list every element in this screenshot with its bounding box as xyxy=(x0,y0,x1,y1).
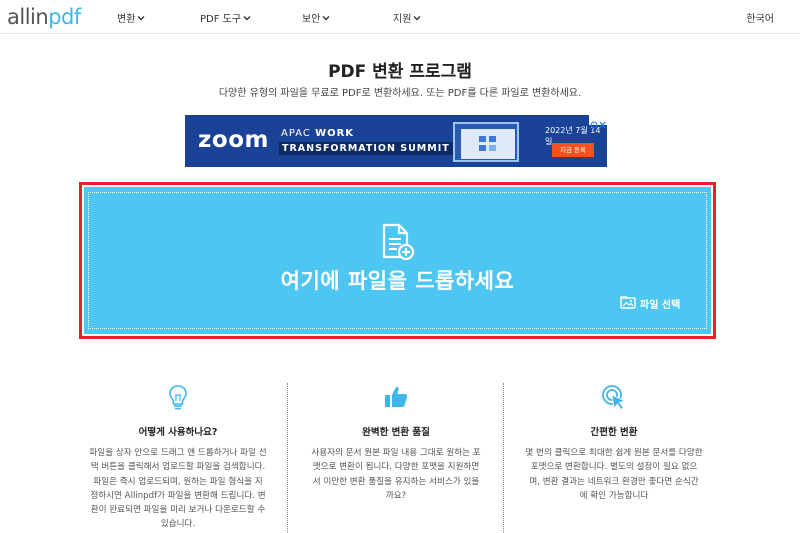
nav-security-menu[interactable]: 보안 xyxy=(302,10,331,25)
ad-line1-b: WORK xyxy=(315,128,355,139)
nav-pdf-tools-label: PDF 도구 xyxy=(200,14,242,25)
dropzone-text: 여기에 파일을 드롭하세요 xyxy=(280,269,515,293)
ad-choices-icon[interactable]: i xyxy=(589,115,607,129)
ad-monitor-illustration xyxy=(453,122,519,162)
top-nav: allinpdf 변환 PDF 도구 보안 지원 한국어 xyxy=(0,0,800,34)
chevron-down-icon xyxy=(136,13,146,23)
logo-text-left: allin xyxy=(7,5,49,29)
feature-description: 몇 번의 클릭으로 최대한 쉽게 원본 문서를 다양한 포맷으로 변환합니다. … xyxy=(506,446,722,503)
ad-brand: zoom xyxy=(198,127,269,153)
ad-register-button[interactable]: 지금 등록 xyxy=(552,143,594,157)
nav-convert-menu[interactable]: 변환 xyxy=(117,10,146,25)
ad-banner[interactable]: zoom APAC WORK TRANSFORMATION SUMMIT 202… xyxy=(185,115,607,167)
thumbs-up-icon xyxy=(382,383,410,411)
file-dropzone[interactable]: 여기에 파일을 드롭하세요 파일 선택 xyxy=(84,187,711,334)
feature-description: 사용자의 문서 원본 파일 내용 그대로 원하는 포 맷으로 변환이 됩니다. … xyxy=(288,446,504,503)
image-folder-icon xyxy=(620,295,636,312)
dropzone-highlight: 여기에 파일을 드롭하세요 파일 선택 xyxy=(79,182,716,339)
logo-text-right: pdf xyxy=(48,5,81,29)
page-title: PDF 변환 프로그램 xyxy=(328,62,472,82)
nav-pdf-tools-menu[interactable]: PDF 도구 xyxy=(200,10,252,25)
feature-line: 정하시면 Allinpdf가 파일을 변환해 드립니다. 변 xyxy=(90,490,266,501)
feature-divider xyxy=(503,383,504,533)
feature-line: 에 확인 가능합니다 xyxy=(579,490,649,501)
chevron-down-icon xyxy=(412,13,422,23)
feature-line: 파일은 즉시 업로드되며, 원하는 파일 형식을 지 xyxy=(93,476,263,487)
feature-line: 환이 완료되면 파일을 미리 보거나 다운로드할 수 xyxy=(90,505,266,516)
ad-line2: TRANSFORMATION SUMMIT xyxy=(279,142,453,155)
nav-convert-label: 변환 xyxy=(117,14,136,25)
feature-easy: 간편한 변환 몇 번의 클릭으로 최대한 쉽게 원본 문서를 다양한 포맷으로 … xyxy=(506,383,722,503)
feature-line: 파일을 상자 안으로 드래그 앤 드롭하거나 파일 선 xyxy=(89,448,267,458)
click-icon xyxy=(600,383,628,411)
select-file-button[interactable]: 파일 선택 xyxy=(620,295,680,312)
feature-line: 포맷으로 변환합니다. 별도의 설정이 필요 없으 xyxy=(530,462,698,473)
feature-line: 사용자의 문서 원본 파일 내용 그대로 원하는 포 xyxy=(311,448,481,458)
feature-line: 있습니다. xyxy=(160,519,196,530)
feature-title: 간편한 변환 xyxy=(590,427,638,438)
feature-line: 맷으로 변환이 됩니다. 다양한 포맷을 지원하면 xyxy=(312,462,480,473)
language-selector[interactable]: 한국어 xyxy=(746,10,774,25)
feature-title: 어떻게 사용하나요? xyxy=(138,427,218,438)
allinpdf-logo[interactable]: allinpdf xyxy=(7,5,81,29)
ad-line1-a: APAC xyxy=(281,128,311,139)
lightbulb-icon xyxy=(164,383,192,411)
feature-description: 파일을 상자 안으로 드래그 앤 드롭하거나 파일 선 택 버튼을 클릭해서 업… xyxy=(70,446,286,532)
select-file-label: 파일 선택 xyxy=(640,300,681,311)
feature-line: 서 이만한 변환 품질을 유지하는 서비스가 있을 xyxy=(312,476,480,487)
feature-line: 까요? xyxy=(385,490,407,501)
feature-line: 몇 번의 클릭으로 최대한 쉽게 원본 문서를 다양한 xyxy=(525,448,703,458)
nav-support-menu[interactable]: 지원 xyxy=(393,10,422,25)
file-add-icon xyxy=(381,223,415,261)
feature-how-to-use: 어떻게 사용하나요? 파일을 상자 안으로 드래그 앤 드롭하거나 파일 선 택… xyxy=(70,383,286,532)
feature-title: 완벽한 변환 품질 xyxy=(362,427,430,438)
nav-security-label: 보안 xyxy=(302,14,321,25)
feature-quality: 완벽한 변환 품질 사용자의 문서 원본 파일 내용 그대로 원하는 포 맷으로… xyxy=(288,383,504,503)
page-subtitle: 다양한 유형의 파일을 무료로 PDF로 변환하세요. 또는 PDF를 다른 파… xyxy=(218,88,582,99)
feature-line: 택 버튼을 클릭해서 업로드할 파일을 검색합니다. xyxy=(90,462,266,473)
feature-line: 며, 변환 결과는 네트워크 환경만 좋다면 순식간 xyxy=(529,476,699,487)
chevron-down-icon xyxy=(242,13,252,23)
chevron-down-icon xyxy=(321,13,331,23)
ad-line1: APAC WORK xyxy=(281,128,354,139)
nav-support-label: 지원 xyxy=(393,14,412,25)
svg-text:i: i xyxy=(593,123,594,129)
